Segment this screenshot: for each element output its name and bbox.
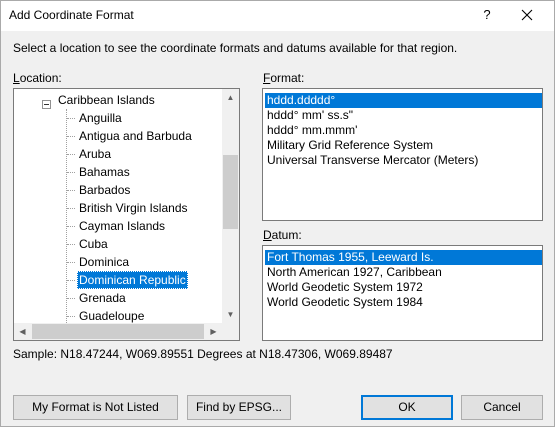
location-label: Location: xyxy=(13,71,62,85)
tree-item[interactable]: Dominica xyxy=(14,253,224,271)
tree-item[interactable]: Grenada xyxy=(14,289,224,307)
datum-label-text: atum: xyxy=(271,228,302,242)
tree-item-label: Cuba xyxy=(79,237,108,251)
title-bar: Add Coordinate Format ? xyxy=(1,1,554,31)
datum-item[interactable]: World Geodetic System 1984 xyxy=(265,295,542,310)
datum-label: Datum: xyxy=(263,228,302,242)
format-list[interactable]: hddd.ddddd° hddd° mm' ss.s" hddd° mm.mmm… xyxy=(262,88,543,221)
tree-item-label: Bahamas xyxy=(79,165,130,179)
tree-item-label: Anguilla xyxy=(79,111,122,125)
tree-item[interactable]: Bahamas xyxy=(14,163,224,181)
tree-item[interactable]: Cayman Islands xyxy=(14,217,224,235)
format-label-text: ormat: xyxy=(270,71,305,85)
collapse-icon[interactable] xyxy=(42,100,51,109)
location-tree[interactable]: Caribbean Islands Anguilla Antigua and B… xyxy=(13,88,240,341)
tree-item-label: Antigua and Barbuda xyxy=(79,129,192,143)
tree-item[interactable]: Cuba xyxy=(14,235,224,253)
tree-item-label: Dominica xyxy=(79,255,130,269)
datum-label-mnemonic: D xyxy=(263,228,272,242)
dialog-title: Add Coordinate Format xyxy=(9,8,134,22)
add-coordinate-format-dialog: Add Coordinate Format ? Select a locatio… xyxy=(0,0,555,427)
tree-item-label: Cayman Islands xyxy=(79,219,166,233)
tree-item[interactable]: Barbados xyxy=(14,181,224,199)
format-item[interactable]: Military Grid Reference System xyxy=(265,138,542,153)
datum-item-selected[interactable]: Fort Thomas 1955, Leeward Is. xyxy=(265,250,542,265)
instruction-text: Select a location to see the coordinate … xyxy=(13,41,458,55)
scroll-down-icon[interactable]: ▼ xyxy=(222,306,239,323)
scroll-thumb[interactable] xyxy=(32,324,204,339)
tree-item-label: Grenada xyxy=(79,291,126,305)
tree-horizontal-scrollbar[interactable]: ◀ ▶ xyxy=(14,323,222,340)
tree-item[interactable]: Aruba xyxy=(14,145,224,163)
tree-item-selected[interactable]: Dominican Republic xyxy=(14,271,224,289)
tree-item-label: British Virgin Islands xyxy=(79,201,188,215)
tree-item[interactable]: British Virgin Islands xyxy=(14,199,224,217)
tree-item-label: Aruba xyxy=(79,147,112,161)
datum-item[interactable]: North American 1927, Caribbean xyxy=(265,265,542,280)
tree-item-label: Dominican Republic xyxy=(77,271,188,289)
scroll-up-icon[interactable]: ▲ xyxy=(222,89,239,106)
format-item[interactable]: hddd° mm.mmm' xyxy=(265,123,542,138)
cancel-button[interactable]: Cancel xyxy=(461,395,543,420)
location-label-text: ocation: xyxy=(19,71,62,85)
tree-node-label: Caribbean Islands xyxy=(58,93,155,107)
scrollbar-corner xyxy=(222,323,239,340)
find-by-epsg-button[interactable]: Find by EPSG... xyxy=(187,395,291,420)
tree-item[interactable]: Anguilla xyxy=(14,109,224,127)
format-label: Format: xyxy=(263,71,304,85)
location-label-mnemonic: L xyxy=(13,71,20,85)
format-item[interactable]: hddd° mm' ss.s" xyxy=(265,108,542,123)
scroll-left-icon[interactable]: ◀ xyxy=(14,323,31,340)
scroll-thumb[interactable] xyxy=(223,155,238,229)
sample-coordinate-text: Sample: N18.47244, W069.89551 Degrees at… xyxy=(13,347,393,361)
ok-button[interactable]: OK xyxy=(361,395,453,420)
close-button[interactable] xyxy=(517,5,537,25)
my-format-not-listed-button[interactable]: My Format is Not Listed xyxy=(13,395,178,420)
tree-vertical-scrollbar[interactable]: ▲ ▼ xyxy=(222,89,239,323)
format-item[interactable]: Universal Transverse Mercator (Meters) xyxy=(265,153,542,168)
close-icon xyxy=(521,9,533,21)
tree-item[interactable]: Antigua and Barbuda xyxy=(14,127,224,145)
datum-list[interactable]: Fort Thomas 1955, Leeward Is. North Amer… xyxy=(262,245,543,341)
format-item-selected[interactable]: hddd.ddddd° xyxy=(265,93,542,108)
tree-item-label: Barbados xyxy=(79,183,131,197)
scroll-right-icon[interactable]: ▶ xyxy=(205,323,222,340)
help-button[interactable]: ? xyxy=(477,3,497,27)
datum-item[interactable]: World Geodetic System 1972 xyxy=(265,280,542,295)
